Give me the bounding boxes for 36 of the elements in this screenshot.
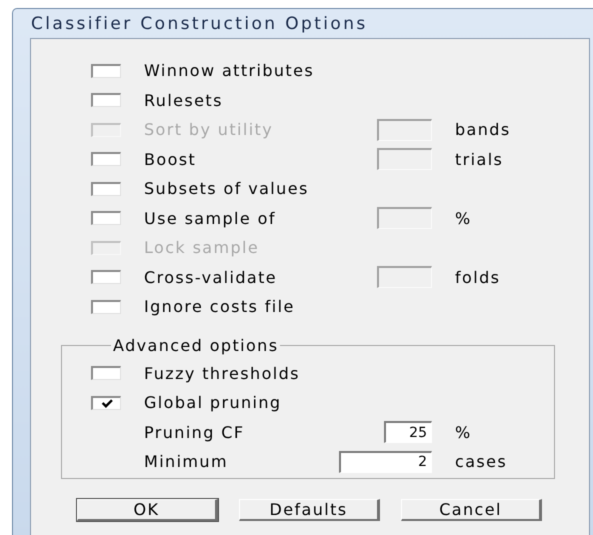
- checkbox[interactable]: [91, 366, 121, 380]
- unit-label: %: [455, 422, 473, 442]
- unit-label: folds: [455, 268, 502, 287]
- input-field[interactable]: 25: [384, 421, 432, 444]
- option-label: Pruning CF: [144, 422, 246, 442]
- option-label: Lock sample: [144, 238, 260, 258]
- option-label: Global pruning: [144, 393, 282, 412]
- unit-label: bands: [455, 120, 512, 140]
- unit-label: trials: [455, 150, 504, 169]
- check-icon: [100, 398, 114, 409]
- window-title: Classifier Construction Options: [31, 14, 368, 34]
- checkbox[interactable]: [91, 270, 121, 284]
- checkbox[interactable]: [91, 182, 121, 196]
- option-label: Use sample of: [144, 208, 277, 228]
- option-label: Sort by utility: [144, 120, 274, 140]
- dialog-button[interactable]: Defaults: [239, 498, 380, 520]
- checkbox[interactable]: [91, 300, 121, 314]
- option-label: Winnow attributes: [144, 61, 316, 80]
- dialog-button[interactable]: Cancel: [401, 498, 542, 520]
- checkbox[interactable]: [91, 93, 121, 108]
- option-label: Fuzzy thresholds: [144, 364, 301, 383]
- checkbox[interactable]: [91, 152, 121, 166]
- unit-label: %: [455, 208, 473, 228]
- option-label: Rulesets: [144, 90, 224, 110]
- unit-label: cases: [455, 452, 508, 472]
- option-label: Cross-validate: [144, 268, 278, 287]
- option-label: Ignore costs file: [144, 297, 296, 316]
- input-field[interactable]: 2: [339, 450, 432, 473]
- option-label: Boost: [144, 150, 198, 169]
- checkbox[interactable]: [91, 211, 121, 226]
- checkbox[interactable]: [91, 396, 121, 410]
- checkbox[interactable]: [91, 64, 121, 78]
- option-label: Subsets of values: [144, 179, 310, 198]
- dialog-button[interactable]: OK: [77, 498, 218, 520]
- option-label: Minimum: [144, 452, 229, 472]
- group-title: Advanced options: [112, 336, 280, 354]
